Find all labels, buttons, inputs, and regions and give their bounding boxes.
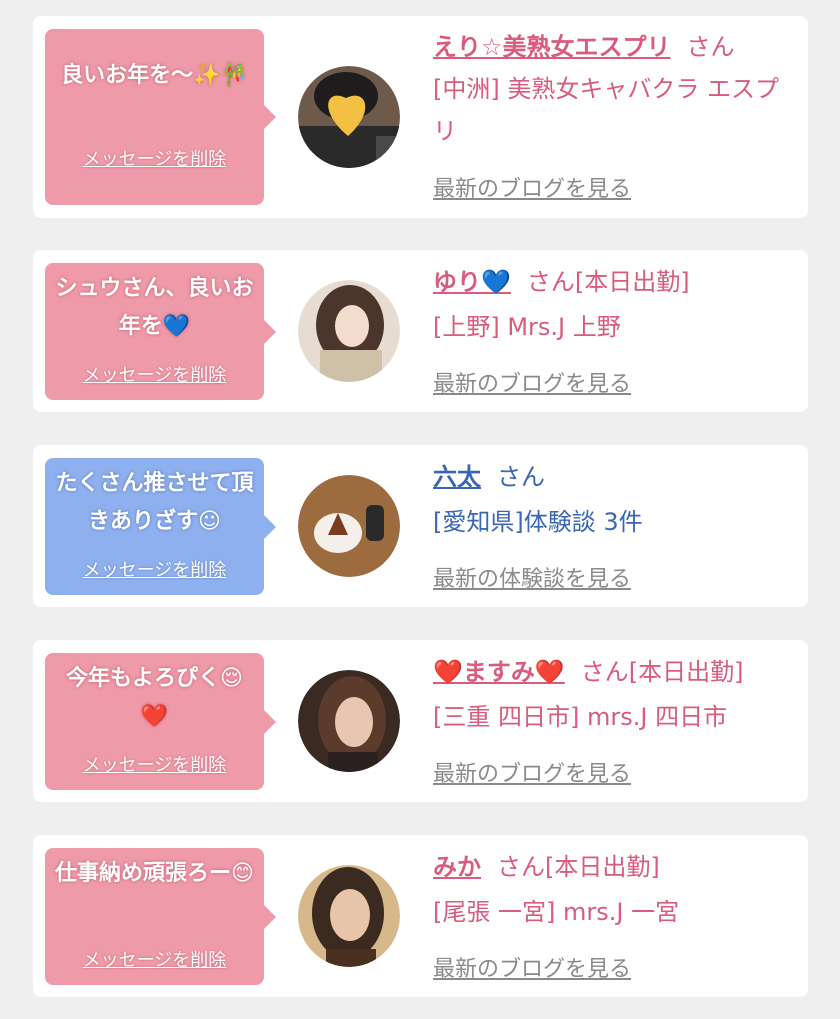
cast-name-line: ゆり💙 さん[本日出勤] [433, 261, 784, 303]
honorific: さん [497, 463, 545, 491]
cast-name-line: みか さん[本日出勤] [433, 846, 784, 888]
cast-info: ❤️ますみ❤️ さん[本日出勤] [三重 四日市] mrs.J 四日市 [433, 651, 784, 738]
honorific: さん [580, 658, 629, 686]
latest-review-link[interactable]: 最新の体験談を見る [433, 561, 631, 593]
honorific: さん [497, 853, 545, 881]
message-card: 良いお年を〜✨🎋 メッセージを削除 えり☆美熟女エスプリ さん [中洲] 美熟女キ… [33, 16, 808, 218]
message-text: 仕事納め頑張ろー😊 [55, 861, 254, 886]
cast-name-line: 六太 さん [433, 456, 784, 498]
avatar[interactable] [298, 280, 400, 382]
shop-info: [三重 四日市] mrs.J 四日市 [433, 703, 728, 731]
message-text: 今年もよろぴく😌❤️ [66, 666, 243, 729]
message-card: シュウさん、良いお年を💙 メッセージを削除 ゆり💙 さん[本日出勤] [上野] M… [33, 250, 808, 412]
message-bubble: 今年もよろぴく😌❤️ メッセージを削除 [45, 653, 276, 790]
message-bubble: 仕事納め頑張ろー😊 メッセージを削除 [45, 848, 276, 985]
attendance-status: [本日出勤] [545, 853, 660, 881]
honorific: さん [526, 268, 575, 296]
cast-name-link[interactable]: えり☆美熟女エスプリ [433, 33, 671, 61]
cast-info: みか さん[本日出勤] [尾張 一宮] mrs.J 一宮 [433, 846, 784, 933]
shop-info: [上野] Mrs.J 上野 [433, 313, 621, 341]
latest-blog-link[interactable]: 最新のブログを見る [433, 951, 631, 983]
latest-blog-link[interactable]: 最新のブログを見る [433, 756, 631, 788]
avatar[interactable] [298, 670, 400, 772]
message-bubble: シュウさん、良いお年を💙 メッセージを削除 [45, 263, 276, 400]
cast-info: ゆり💙 さん[本日出勤] [上野] Mrs.J 上野 [433, 261, 784, 348]
message-text: シュウさん、良いお年を💙 [55, 276, 254, 339]
cast-name-link[interactable]: 六太 [433, 463, 481, 491]
attendance-status: [本日出勤] [574, 268, 690, 296]
cast-name-link[interactable]: みか [433, 853, 481, 881]
avatar[interactable] [298, 66, 400, 168]
cast-name-line: えり☆美熟女エスプリ さん [433, 26, 784, 68]
avatar[interactable] [298, 475, 400, 577]
message-card: たくさん推させて頂きありざす☺ メッセージを削除 六太 さん [愛知県]体験談 3… [33, 445, 808, 607]
message-bubble: 良いお年を〜✨🎋 メッセージを削除 [45, 29, 276, 205]
latest-blog-link[interactable]: 最新のブログを見る [433, 366, 631, 398]
delete-message-link[interactable]: メッセージを削除 [45, 361, 264, 387]
attendance-status: [本日出勤] [628, 658, 744, 686]
cast-name-link[interactable]: ゆり💙 [433, 268, 511, 296]
delete-message-link[interactable]: メッセージを削除 [45, 946, 264, 972]
review-info: [愛知県]体験談 3件 [433, 508, 643, 536]
avatar[interactable] [298, 865, 400, 967]
delete-message-link[interactable]: メッセージを削除 [45, 145, 264, 171]
cast-name-line: ❤️ますみ❤️ さん[本日出勤] [433, 651, 784, 693]
cast-info: 六太 さん [愛知県]体験談 3件 [433, 456, 784, 543]
cast-name-link[interactable]: ❤️ますみ❤️ [433, 658, 565, 686]
message-card: 今年もよろぴく😌❤️ メッセージを削除 ❤️ますみ❤️ さん[本日出勤] [三重 … [33, 640, 808, 802]
latest-blog-link[interactable]: 最新のブログを見る [433, 171, 631, 203]
message-text: 良いお年を〜✨🎋 [61, 63, 248, 88]
shop-info: [尾張 一宮] mrs.J 一宮 [433, 898, 680, 926]
honorific: さん [686, 33, 735, 61]
message-card: 仕事納め頑張ろー😊 メッセージを削除 みか さん[本日出勤] [尾張 一宮] mr… [33, 835, 808, 997]
message-bubble: たくさん推させて頂きありざす☺ メッセージを削除 [45, 458, 276, 595]
delete-message-link[interactable]: メッセージを削除 [45, 751, 264, 777]
message-text: たくさん推させて頂きありざす☺ [55, 471, 254, 534]
cast-info: えり☆美熟女エスプリ さん [中洲] 美熟女キャバクラ エスプリ [433, 26, 784, 152]
favorite-message-list: 良いお年を〜✨🎋 メッセージを削除 えり☆美熟女エスプリ さん [中洲] 美熟女キ… [0, 0, 840, 1019]
shop-info: [中洲] 美熟女キャバクラ エスプリ [433, 75, 779, 145]
delete-message-link[interactable]: メッセージを削除 [45, 556, 264, 582]
